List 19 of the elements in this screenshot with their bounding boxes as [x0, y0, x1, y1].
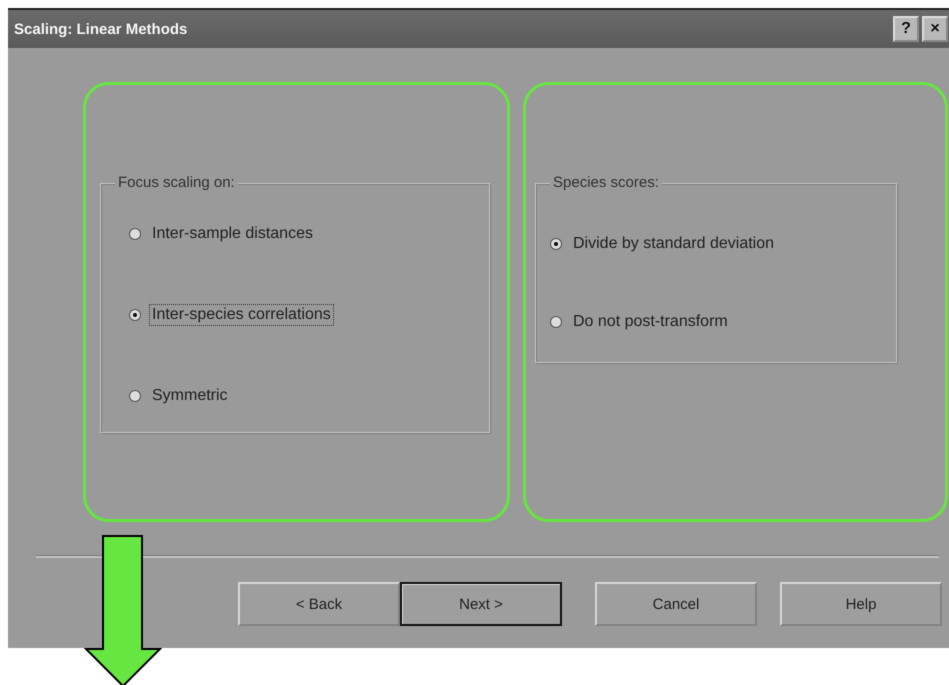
- dialog-button[interactable]: Help: [780, 582, 942, 626]
- radio-button[interactable]: [129, 228, 141, 240]
- title-bar-button[interactable]: ×: [922, 16, 948, 42]
- title-bar-button[interactable]: ?: [893, 16, 919, 42]
- radio-label[interactable]: Divide by standard deviation: [570, 233, 778, 255]
- radio-label[interactable]: Do not post-transform: [570, 311, 731, 333]
- radio-button[interactable]: [129, 309, 141, 321]
- radio-label[interactable]: Inter-sample distances: [149, 223, 316, 245]
- radio-button[interactable]: [129, 390, 141, 402]
- dialog-button[interactable]: Cancel: [595, 582, 757, 626]
- window-title: Scaling: Linear Methods: [14, 20, 188, 38]
- group-label: Focus scaling on:: [115, 174, 238, 191]
- radio-button[interactable]: [550, 238, 562, 250]
- dialog-button[interactable]: Next >: [400, 582, 562, 626]
- radio-label[interactable]: Symmetric: [149, 385, 231, 407]
- group-label: Species scores:: [550, 174, 662, 191]
- radio-button[interactable]: [550, 316, 562, 328]
- dialog-button[interactable]: < Back: [238, 582, 400, 626]
- radio-label[interactable]: Inter-species correlations: [149, 304, 334, 326]
